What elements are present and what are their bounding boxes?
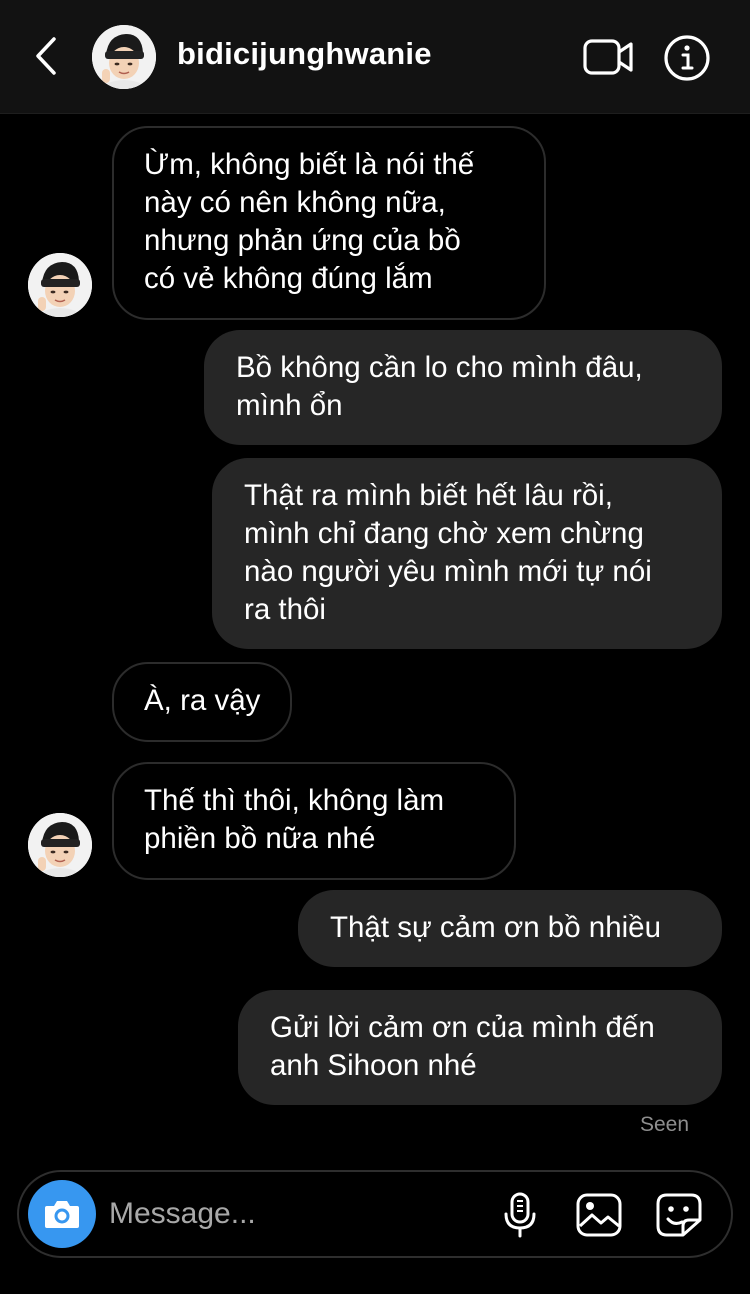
sticker-button[interactable]: [653, 1190, 705, 1240]
message-composer: [17, 1170, 733, 1258]
sent-message[interactable]: Bồ không cần lo cho mình đâu, mình ổn: [204, 330, 722, 445]
received-message[interactable]: À, ra vậy: [112, 662, 293, 742]
sender-avatar[interactable]: [28, 813, 92, 877]
chevron-left-icon: [36, 37, 56, 75]
seen-status: Seen: [639, 1113, 689, 1136]
sent-message[interactable]: Thật sự cảm ơn bồ nhiều: [298, 890, 722, 967]
chat-username[interactable]: bidicijunghwanie: [177, 36, 432, 72]
microphone-button[interactable]: [499, 1190, 541, 1240]
video-call-icon: [583, 39, 633, 75]
sent-message[interactable]: Thật ra mình biết hết lâu rồi, mình chỉ …: [212, 458, 722, 649]
camera-button[interactable]: [28, 1180, 96, 1248]
sent-message[interactable]: Gửi lời cảm ơn của mình đến anh Sihoon n…: [238, 990, 722, 1105]
received-message[interactable]: Thế thì thôi, không làm phiền bồ nữa nhé: [112, 762, 516, 880]
gallery-icon: [576, 1193, 622, 1237]
avatar-image: [28, 813, 92, 877]
chat-header: bidicijunghwanie: [0, 0, 750, 114]
gallery-button[interactable]: [573, 1190, 625, 1240]
message-input[interactable]: [109, 1192, 489, 1236]
sticker-icon: [656, 1193, 702, 1237]
avatar-image: [28, 253, 92, 317]
avatar-image: [92, 25, 156, 89]
info-button[interactable]: [662, 33, 712, 83]
header-avatar[interactable]: [92, 25, 156, 89]
sender-avatar[interactable]: [28, 253, 92, 317]
microphone-icon: [504, 1192, 536, 1238]
back-button[interactable]: [24, 34, 68, 78]
video-call-button[interactable]: [580, 34, 636, 80]
info-icon: [664, 35, 710, 81]
camera-icon: [45, 1201, 79, 1228]
received-message[interactable]: Ừm, không biết là nói thế này có nên khô…: [112, 126, 546, 320]
